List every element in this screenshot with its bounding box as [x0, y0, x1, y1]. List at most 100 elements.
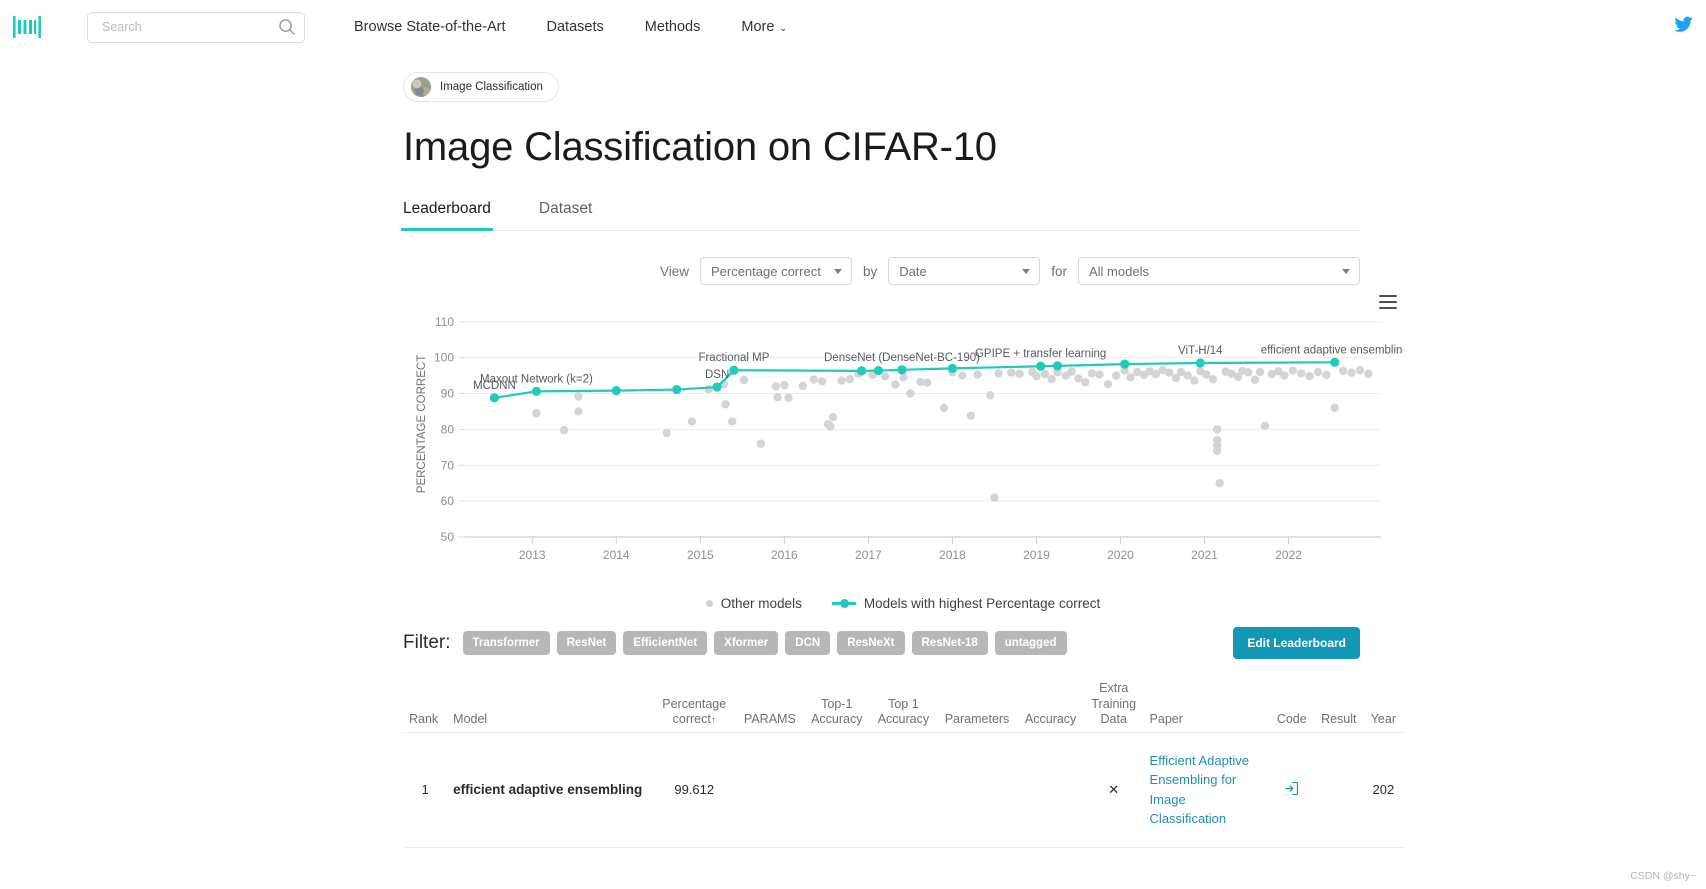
- filter-tag-transformer[interactable]: Transformer: [462, 631, 550, 655]
- cell-top1-accuracy: [803, 732, 871, 848]
- filter-tag-resnext[interactable]: ResNeXt: [837, 631, 905, 655]
- svg-text:2017: 2017: [855, 548, 882, 562]
- filter-row: Filter: Transformer ResNet EfficientNet …: [403, 627, 1360, 659]
- filter-tag-resnet-18[interactable]: ResNet-18: [911, 631, 988, 655]
- svg-text:2018: 2018: [939, 548, 966, 562]
- leaderboard-table: Rank Model Percentage correct↑ PARAMS To…: [403, 681, 1403, 848]
- svg-text:2014: 2014: [603, 548, 630, 562]
- metric-select[interactable]: Percentage correct: [699, 257, 852, 285]
- svg-text:50: 50: [441, 530, 455, 544]
- metric-select-value: Percentage correct: [710, 263, 821, 279]
- chart-controls: View Percentage correct by Date for All …: [403, 257, 1360, 285]
- papers-with-code-logo[interactable]: [10, 12, 44, 42]
- for-label: for: [1051, 263, 1067, 279]
- twitter-icon[interactable]: [1672, 14, 1694, 36]
- code-link-icon[interactable]: [1283, 780, 1300, 797]
- table-row[interactable]: 1 efficient adaptive ensembling 99.612 ✕…: [403, 732, 1403, 848]
- col-code[interactable]: Code: [1270, 681, 1314, 732]
- svg-text:2022: 2022: [1275, 548, 1302, 562]
- cell-year: 202: [1363, 732, 1403, 848]
- svg-text:70: 70: [441, 458, 455, 472]
- legend-marker-dot: [705, 600, 713, 607]
- svg-text:2016: 2016: [771, 548, 798, 562]
- col-extra-training-data[interactable]: Extra Training Data: [1084, 681, 1144, 732]
- table-header-row: Rank Model Percentage correct↑ PARAMS To…: [403, 681, 1403, 733]
- models-filter-select[interactable]: All models: [1078, 257, 1360, 285]
- col-paper[interactable]: Paper: [1144, 681, 1270, 732]
- cell-paper: Efficient Adaptive Ensembling for Image …: [1143, 732, 1270, 848]
- nav-link-methods[interactable]: Methods: [645, 19, 701, 35]
- filter-label: Filter:: [403, 632, 451, 653]
- tab-leaderboard[interactable]: Leaderboard: [401, 200, 493, 231]
- axis-select-value: Date: [899, 263, 927, 279]
- cell-model: efficient adaptive ensembling: [447, 732, 653, 848]
- filter-tag-efficientnet[interactable]: EfficientNet: [623, 631, 708, 655]
- col-accuracy[interactable]: Accuracy: [1017, 681, 1084, 732]
- svg-text:2020: 2020: [1107, 548, 1134, 562]
- nav-link-datasets[interactable]: Datasets: [547, 19, 604, 35]
- chart-legend: Other models Models with highest Percent…: [403, 596, 1403, 611]
- page-root: Browse State-of-the-Art Datasets Methods…: [0, 0, 1706, 889]
- table-body: 1 efficient adaptive ensembling 99.612 ✕…: [403, 732, 1403, 848]
- tab-dataset[interactable]: Dataset: [539, 200, 592, 230]
- nav-link-browse-sota[interactable]: Browse State-of-the-Art: [354, 19, 506, 35]
- svg-text:Maxout Network (k=2): Maxout Network (k=2): [480, 373, 593, 385]
- svg-text:DSN: DSN: [705, 369, 729, 381]
- svg-text:2019: 2019: [1023, 548, 1050, 562]
- svg-text:GPIPE + transfer learning: GPIPE + transfer learning: [975, 348, 1106, 360]
- task-chip-image-classification[interactable]: Image Classification: [403, 72, 559, 102]
- filter-tag-resnet[interactable]: ResNet: [556, 631, 617, 655]
- legend-item-other-models[interactable]: Other models: [705, 596, 802, 611]
- chart-canvas: 50 60 70 80 90 100 110 2013 2014 2015 2016 2017 2018…: [416, 315, 1403, 562]
- col-params[interactable]: PARAMS: [736, 681, 803, 732]
- col-percentage-correct-label: Percentage correct: [662, 696, 727, 727]
- search-input[interactable]: [100, 19, 278, 35]
- col-percentage-correct[interactable]: Percentage correct↑: [652, 681, 736, 732]
- legend-label-other-models: Other models: [720, 596, 802, 611]
- col-model[interactable]: Model: [447, 681, 652, 732]
- chart-menu-icon[interactable]: [1379, 295, 1397, 309]
- filter-tag-xformer[interactable]: Xformer: [714, 631, 779, 655]
- col-rank[interactable]: Rank: [403, 681, 447, 732]
- col-top1-accuracy[interactable]: Top-1 Accuracy: [803, 681, 870, 732]
- svg-text:100: 100: [434, 351, 454, 365]
- cell-params: [736, 732, 804, 848]
- sort-asc-icon: ↑: [710, 715, 716, 727]
- legend-label-highest: Models with highest Percentage correct: [863, 596, 1101, 611]
- paper-link[interactable]: Efficient Adaptive Ensembling for Image …: [1150, 751, 1264, 829]
- col-top-1-accuracy[interactable]: Top 1 Accuracy: [870, 681, 937, 732]
- nav-links: Browse State-of-the-Art Datasets Methods…: [354, 19, 787, 35]
- svg-text:PERCENTAGE CORRECT: PERCENTAGE CORRECT: [416, 355, 428, 493]
- svg-text:60: 60: [441, 494, 455, 508]
- page-title: Image Classification on CIFAR-10: [403, 125, 997, 169]
- cell-rank: 1: [403, 732, 448, 848]
- nav-link-more[interactable]: More ⌄: [741, 19, 787, 35]
- top-navbar: Browse State-of-the-Art Datasets Methods…: [0, 0, 1706, 54]
- axis-select[interactable]: Date: [888, 257, 1041, 285]
- content-column: Image Classification Image Classificatio…: [401, 54, 1443, 848]
- chevron-down-icon: [833, 269, 842, 274]
- leaderboard-chart: 50 60 70 80 90 100 110 2013 2014 2015 2016 2017 2018…: [403, 295, 1403, 594]
- search-box[interactable]: [87, 11, 305, 43]
- filter-tag-dcn[interactable]: DCN: [785, 631, 831, 655]
- svg-text:DenseNet (DenseNet-BC-190): DenseNet (DenseNet-BC-190): [824, 352, 980, 364]
- table-head: Rank Model Percentage correct↑ PARAMS To…: [403, 681, 1403, 733]
- edit-leaderboard-button[interactable]: Edit Leaderboard: [1233, 627, 1360, 659]
- search-icon[interactable]: [278, 18, 296, 36]
- col-result[interactable]: Result: [1314, 681, 1364, 732]
- col-year[interactable]: Year: [1364, 681, 1403, 732]
- cell-parameters: [936, 732, 1018, 848]
- cell-accuracy: [1017, 732, 1084, 848]
- svg-text:2015: 2015: [687, 548, 714, 562]
- svg-text:ViT-H/14: ViT-H/14: [1178, 345, 1223, 357]
- chevron-down-icon: [1342, 269, 1350, 274]
- svg-text:efficient adaptive ensembling: efficient adaptive ensembling: [1261, 344, 1403, 356]
- col-parameters[interactable]: Parameters: [937, 681, 1018, 732]
- cell-percentage-correct: 99.612: [652, 732, 737, 848]
- legend-item-highest[interactable]: Models with highest Percentage correct: [831, 596, 1101, 611]
- svg-text:80: 80: [441, 422, 455, 436]
- filter-tag-untagged[interactable]: untagged: [994, 631, 1067, 655]
- cell-extra-training-data: ✕: [1083, 732, 1144, 848]
- task-chip-label: Image Classification: [440, 81, 543, 93]
- cell-code[interactable]: [1269, 732, 1314, 848]
